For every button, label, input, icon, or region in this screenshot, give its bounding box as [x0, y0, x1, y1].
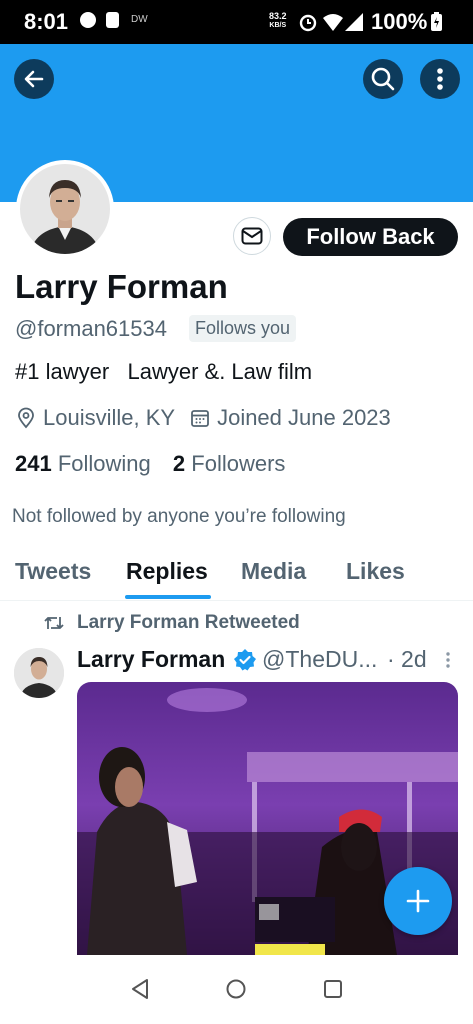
notification-icon	[106, 12, 119, 28]
more-options-button[interactable]	[420, 59, 460, 99]
not-followed-note: Not followed by anyone you’re following	[12, 506, 346, 527]
notification-icon	[80, 12, 96, 28]
search-icon	[371, 67, 395, 91]
tab-replies[interactable]: Replies	[126, 558, 208, 585]
circle-home-icon[interactable]	[225, 977, 247, 1001]
message-button[interactable]	[233, 217, 271, 255]
system-nav-bar	[0, 955, 473, 1024]
profile-bio: #1 lawyer Lawyer &. Law film	[15, 359, 313, 384]
calendar-icon	[191, 410, 209, 427]
tweet-author-handle[interactable]: @TheDU...	[262, 646, 377, 673]
status-time: 8:01	[24, 9, 69, 34]
profile-tabs: Tweets Replies Media Likes	[0, 555, 473, 601]
profile-joined: Joined June 2023	[217, 405, 391, 430]
avatar-photo	[20, 164, 110, 254]
tab-likes[interactable]: Likes	[346, 558, 405, 585]
tweet-avatar[interactable]	[14, 648, 64, 698]
followers-count: 2	[172, 451, 186, 476]
verified-badge-icon	[234, 649, 256, 671]
triangle-back-icon[interactable]	[129, 977, 151, 1001]
tweet-author-name[interactable]: Larry Forman	[77, 646, 225, 673]
square-recents-icon[interactable]	[322, 977, 344, 1001]
profile-meta: Louisville, KY Joined June 2023	[15, 405, 391, 431]
status-small-label: DW	[131, 14, 148, 25]
alarm-icon	[299, 14, 317, 32]
tweet-more-icon[interactable]	[445, 651, 451, 669]
location-icon	[18, 407, 34, 429]
followers-link[interactable]: 2 Followers	[173, 451, 286, 476]
following-link[interactable]: 241 Following	[15, 451, 151, 476]
follows-you-badge: Follows you	[189, 315, 297, 342]
retweeted-label: Larry Forman Retweeted	[77, 612, 300, 633]
status-bar: 8:01 DW 83.2 KB/S 100%	[0, 0, 473, 44]
battery-icon	[431, 12, 442, 31]
envelope-icon	[241, 227, 263, 245]
follow-back-button[interactable]: Follow Back	[283, 218, 458, 256]
signal-icon	[345, 13, 363, 31]
following-count: 241	[15, 451, 52, 476]
network-speed: 83.2 KB/S	[269, 11, 287, 30]
more-vertical-icon	[437, 68, 443, 90]
arrow-left-icon	[24, 70, 44, 88]
battery-percent: 100%	[371, 9, 428, 34]
wifi-icon	[323, 14, 343, 31]
tab-media[interactable]: Media	[241, 558, 306, 585]
avatar-photo	[14, 648, 64, 698]
search-button[interactable]	[363, 59, 403, 99]
following-label: Following	[57, 451, 151, 476]
retweet-icon	[44, 617, 64, 629]
back-button[interactable]	[14, 59, 54, 99]
active-tab-indicator	[125, 595, 211, 599]
compose-tweet-button[interactable]	[384, 867, 452, 935]
tab-tweets[interactable]: Tweets	[15, 558, 91, 585]
profile-name: Larry Forman	[15, 268, 228, 305]
tweet-timestamp: · 2d	[387, 646, 427, 672]
followers-label: Followers	[191, 451, 286, 476]
profile-stats: 241 Following 2 Followers	[15, 451, 285, 477]
plus-icon	[406, 889, 430, 913]
profile-avatar[interactable]	[16, 160, 114, 258]
profile-handle: @forman61534	[15, 316, 167, 341]
profile-location: Louisville, KY	[43, 405, 176, 430]
